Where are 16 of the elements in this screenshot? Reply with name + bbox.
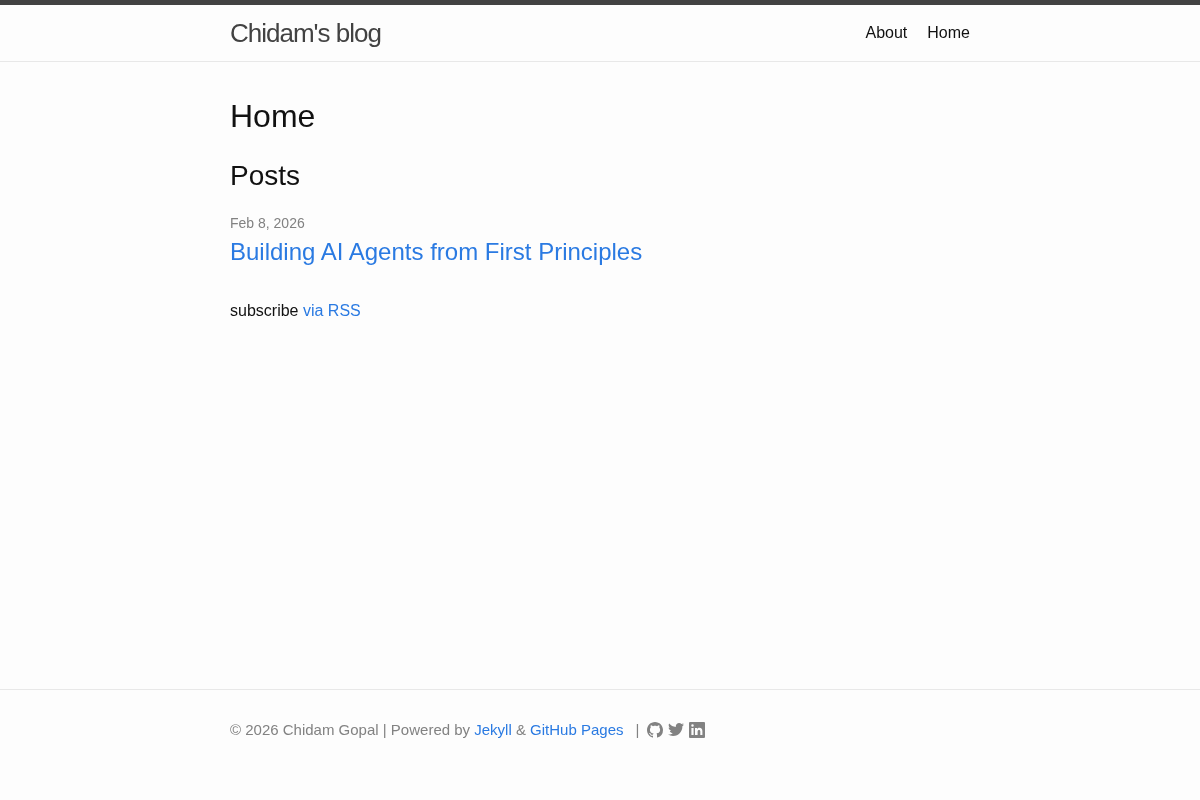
post-link[interactable]: Building AI Agents from First Principles [230, 234, 643, 270]
bird-icon[interactable] [668, 723, 685, 737]
footer-link[interactable]: GitHub Pages [530, 721, 624, 738]
nav-link[interactable]: Home [927, 21, 970, 45]
rss-link[interactable]: via RSS [302, 302, 361, 319]
subscribe-text: subscribe via RSS [230, 301, 362, 321]
footer-text: © 2026 Chidam Gopal | Powered by Jekyll & GitHub Pages [230, 720, 624, 740]
section-heading: Posts [230, 159, 302, 193]
linkedin-icon[interactable] [689, 722, 706, 738]
site-title[interactable]: Chidam's blog [230, 5, 381, 61]
github-icon[interactable] [647, 722, 664, 738]
post-date: Feb 8, 2026 [230, 214, 306, 233]
footer-divider: | [635, 720, 640, 740]
nav-link[interactable]: About [865, 21, 908, 45]
footer-link[interactable]: Jekyll [474, 721, 512, 738]
page-heading: Home [230, 97, 317, 136]
